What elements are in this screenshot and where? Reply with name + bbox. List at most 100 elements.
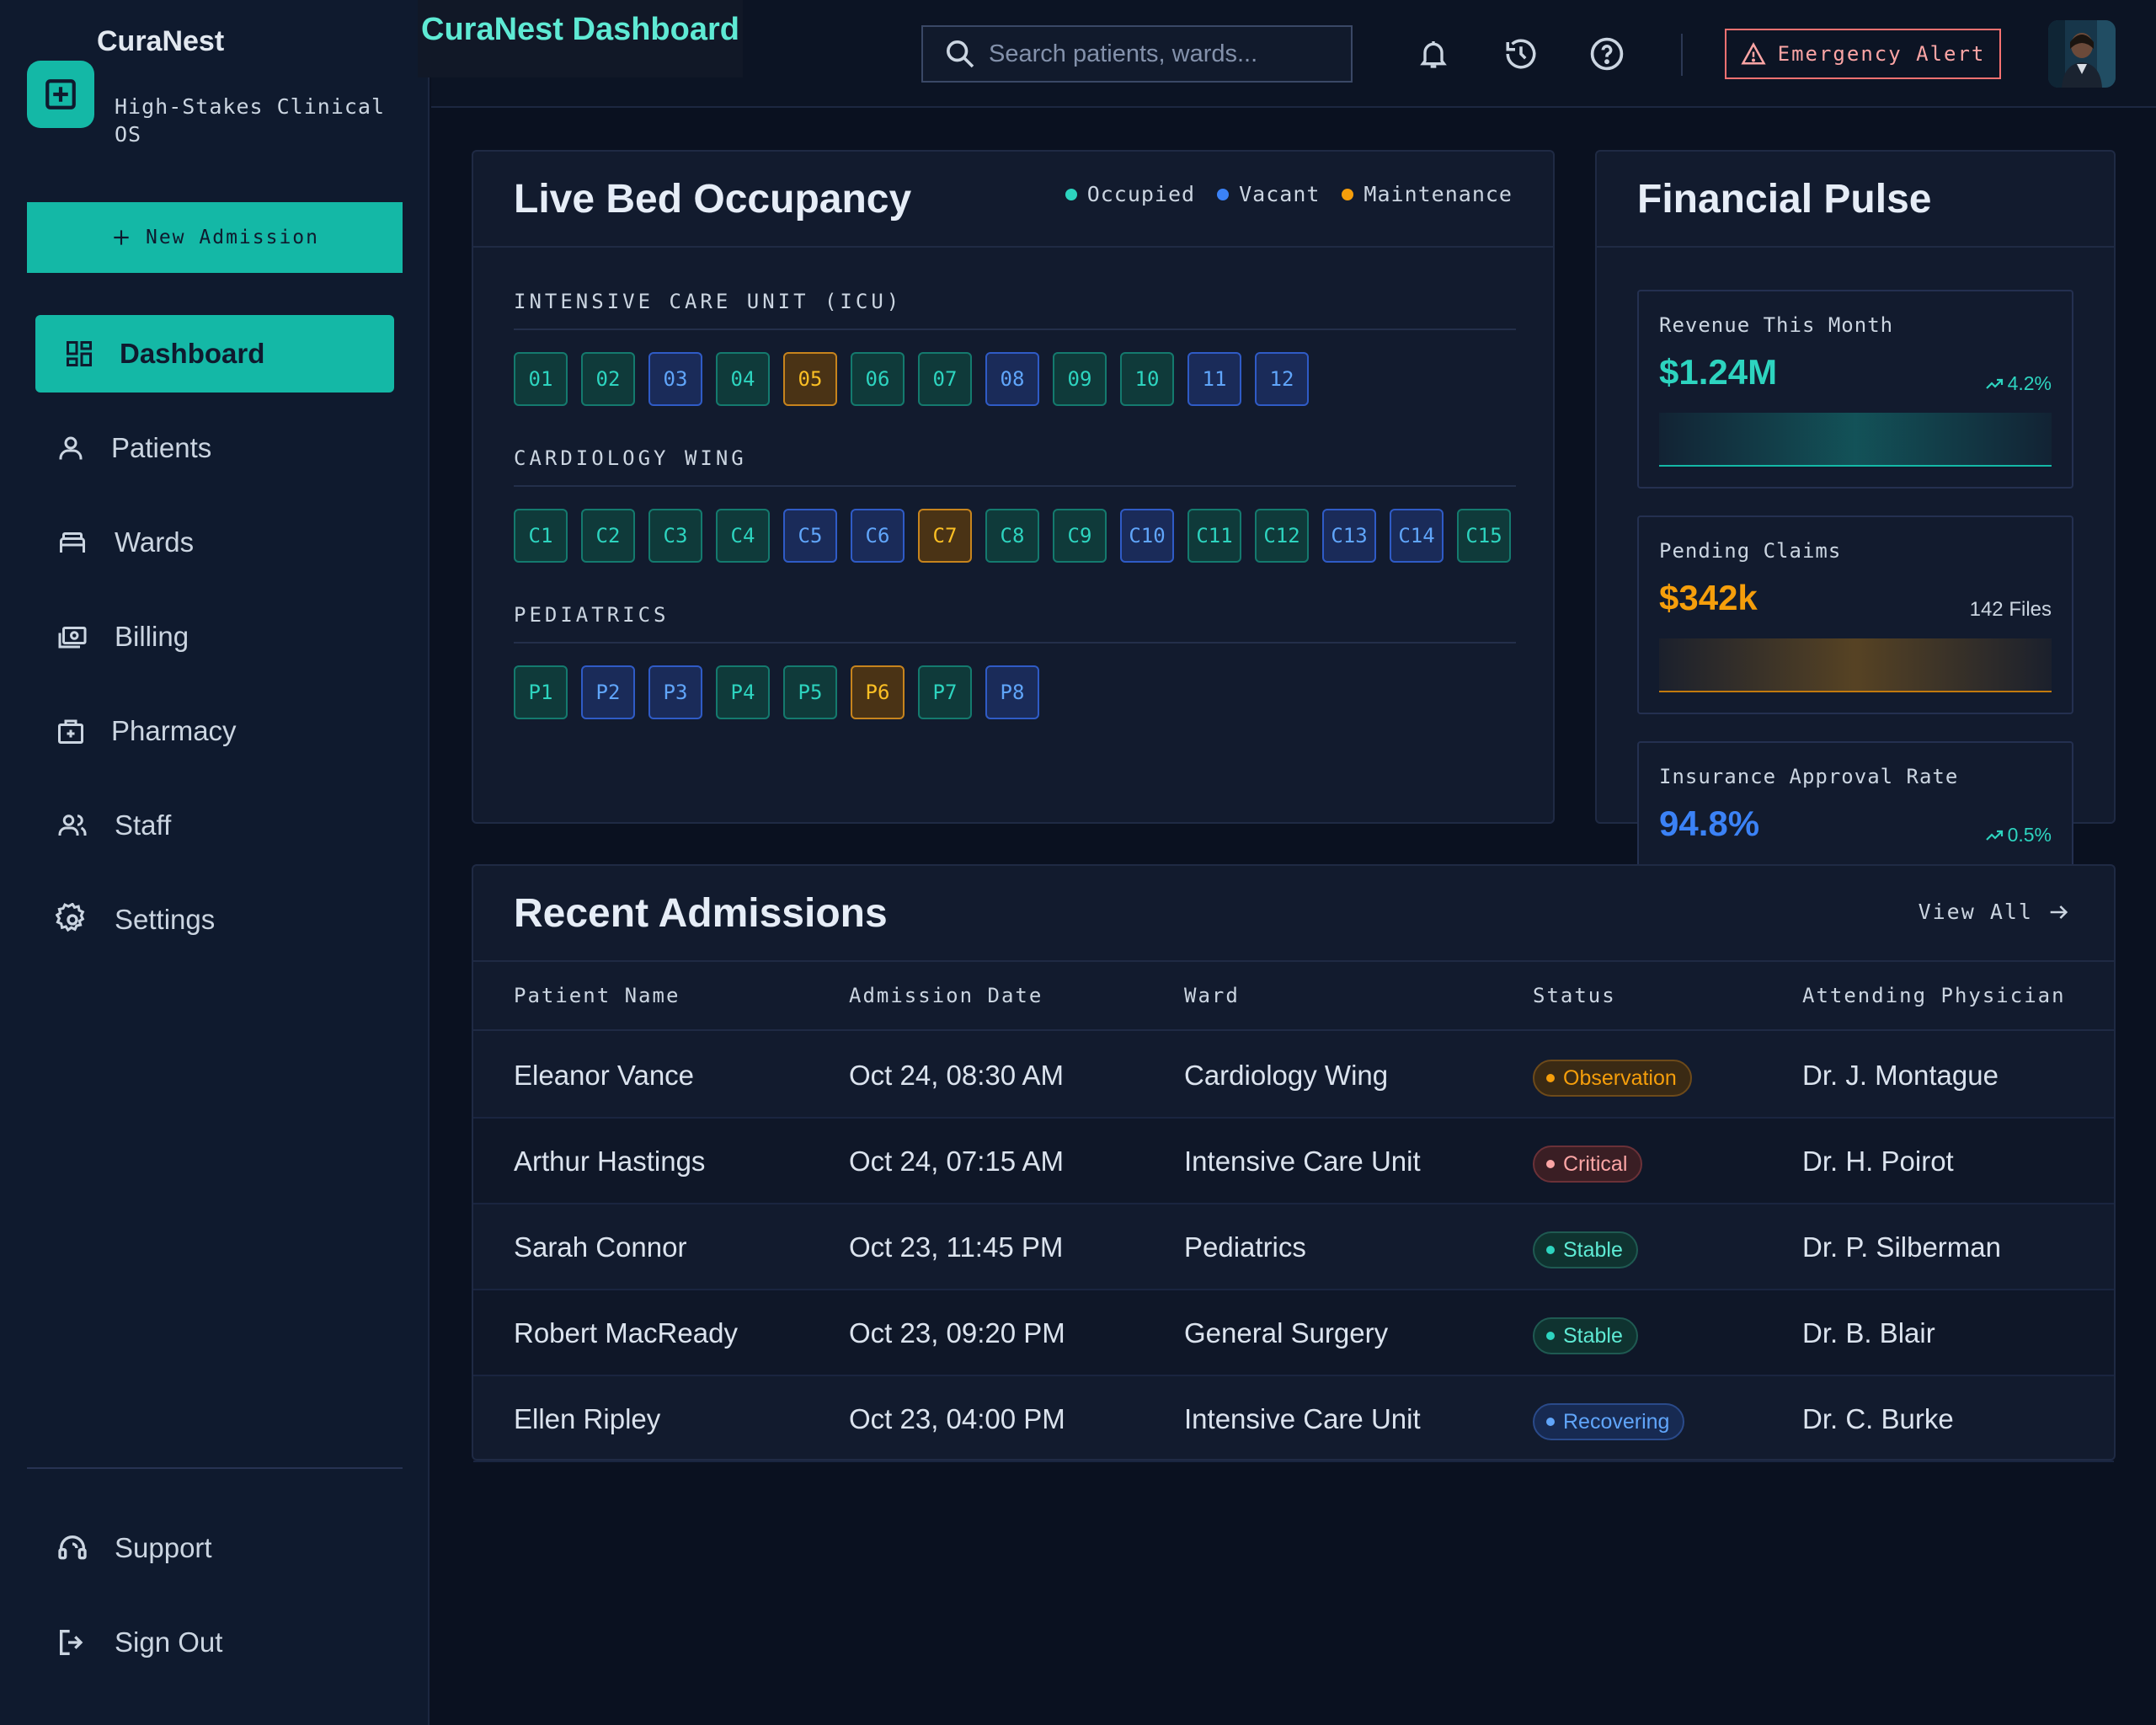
revenue-label: Revenue This Month <box>1659 313 1894 337</box>
bed-04-occupied[interactable]: 04 <box>716 352 770 406</box>
legend-maintenance: Maintenance <box>1342 182 1513 206</box>
emergency-alert-button[interactable]: Emergency Alert <box>1725 29 2001 79</box>
column-header-ward[interactable]: Ward <box>1184 984 1240 1007</box>
bed-c6-vacant[interactable]: C6 <box>851 509 905 563</box>
sidebar-item-patients[interactable]: Patients <box>35 409 394 487</box>
bed-c3-occupied[interactable]: C3 <box>648 509 702 563</box>
sidebar-item-label: Sign Out <box>115 1626 223 1658</box>
table-row[interactable]: Eleanor Vance Oct 24, 08:30 AM Cardiology … <box>473 1033 2114 1119</box>
claims-sparkline <box>1659 638 2052 692</box>
recent-admissions-header: Recent Admissions <box>473 866 2114 962</box>
column-header-status[interactable]: Status <box>1533 984 1616 1007</box>
table-row[interactable]: Robert MacReady Oct 23, 09:20 PM General S… <box>473 1290 2114 1376</box>
ward-label-cardiology: CARDIOLOGY WING <box>514 446 1516 487</box>
table-row[interactable]: Arthur Hastings Oct 24, 07:15 AM Intensive… <box>473 1119 2114 1204</box>
table-row[interactable]: Ellen Ripley Oct 23, 04:00 PM Intensive Ca… <box>473 1376 2114 1462</box>
bed-c13-vacant[interactable]: C13 <box>1322 509 1376 563</box>
sidebar-item-support[interactable]: Support <box>35 1509 394 1587</box>
status-dot <box>1546 1418 1555 1426</box>
bed-09-occupied[interactable]: 09 <box>1053 352 1107 406</box>
status-label: Stable <box>1563 1323 1623 1348</box>
bed-occupancy-card: Live Bed Occupancy Occupied Vacant Maint… <box>472 150 1555 824</box>
bed-p7-occupied[interactable]: P7 <box>918 665 972 719</box>
bed-03-vacant[interactable]: 03 <box>648 352 702 406</box>
bed-p1-occupied[interactable]: P1 <box>514 665 568 719</box>
admission-date-cell: Oct 24, 07:15 AM <box>849 1146 1064 1177</box>
sidebar-item-dashboard[interactable]: Dashboard <box>35 315 394 393</box>
ward-cell: Pediatrics <box>1184 1231 1306 1263</box>
bed-c7-maintenance[interactable]: C7 <box>918 509 972 563</box>
history-button[interactable] <box>1501 34 1541 74</box>
emergency-alert-label: Emergency Alert <box>1777 42 1986 66</box>
sidebar-item-settings[interactable]: Settings <box>35 881 394 959</box>
bed-c8-occupied[interactable]: C8 <box>985 509 1039 563</box>
sidebar-item-sign-out[interactable]: Sign Out <box>35 1604 394 1681</box>
bed-08-vacant[interactable]: 08 <box>985 352 1039 406</box>
bed-c4-occupied[interactable]: C4 <box>716 509 770 563</box>
bed-10-occupied[interactable]: 10 <box>1120 352 1174 406</box>
bed-p5-occupied[interactable]: P5 <box>783 665 837 719</box>
bed-c2-occupied[interactable]: C2 <box>581 509 635 563</box>
user-avatar[interactable] <box>2048 20 2116 88</box>
sidebar-divider <box>27 1467 403 1469</box>
bed-c14-vacant[interactable]: C14 <box>1390 509 1444 563</box>
table-row[interactable]: Sarah Connor Oct 23, 11:45 PM Pediatrics St… <box>473 1204 2114 1290</box>
ward-cell: Intensive Care Unit <box>1184 1146 1421 1177</box>
sidebar-item-wards[interactable]: Wards <box>35 504 394 581</box>
sidebar-item-label: Staff <box>115 809 172 841</box>
legend-occupied: Occupied <box>1065 182 1195 206</box>
new-admission-button[interactable]: New Admission <box>27 202 403 273</box>
revenue-value: $1.24M <box>1659 352 1778 392</box>
status-label: Stable <box>1563 1237 1623 1262</box>
status-label: Observation <box>1563 1065 1677 1090</box>
status-dot <box>1546 1074 1555 1082</box>
bed-c11-occupied[interactable]: C11 <box>1187 509 1241 563</box>
support-icon <box>58 1535 87 1560</box>
bed-c12-occupied[interactable]: C12 <box>1255 509 1309 563</box>
bed-06-occupied[interactable]: 06 <box>851 352 905 406</box>
sidebar-bottom-nav: Support Sign Out <box>35 1509 394 1698</box>
bed-occupancy-title: Live Bed Occupancy <box>514 176 912 222</box>
gear-icon <box>56 903 85 932</box>
bed-p6-maintenance[interactable]: P6 <box>851 665 905 719</box>
bed-p4-occupied[interactable]: P4 <box>716 665 770 719</box>
occupancy-legend: Occupied Vacant Maintenance <box>1065 182 1513 206</box>
recent-admissions-title: Recent Admissions <box>514 890 888 936</box>
column-header-physician[interactable]: Attending Physician <box>1802 984 2066 1007</box>
ward-label-pediatrics: PEDIATRICS <box>514 603 1516 644</box>
notification-button[interactable] <box>1413 34 1454 74</box>
sidebar-item-label: Dashboard <box>120 338 265 369</box>
view-all-link[interactable]: View All <box>1919 900 2070 924</box>
recent-admissions-card: Recent Admissions View All Patient Name … <box>472 864 2116 1462</box>
bed-c15-occupied[interactable]: C15 <box>1457 509 1511 563</box>
bed-01-occupied[interactable]: 01 <box>514 352 568 406</box>
sidebar-item-label: Patients <box>111 432 212 463</box>
bed-grid-cardiology: C1 C2 C3 C4 C5 C6 C7 C8 C9 C10 C11 C12 C13 C14 C15 <box>514 509 1511 563</box>
bed-p8-vacant[interactable]: P8 <box>985 665 1039 719</box>
bed-p2-vacant[interactable]: P2 <box>581 665 635 719</box>
bed-c5-vacant[interactable]: C5 <box>783 509 837 563</box>
table-header: Patient Name Admission Date Ward Status … <box>473 962 2114 1031</box>
bed-c10-vacant[interactable]: C10 <box>1120 509 1174 563</box>
ward-cell: Cardiology Wing <box>1184 1060 1389 1091</box>
staff-icon <box>58 814 87 836</box>
column-header-date[interactable]: Admission Date <box>849 984 1043 1007</box>
help-button[interactable] <box>1587 34 1627 74</box>
bed-11-vacant[interactable]: 11 <box>1187 352 1241 406</box>
sidebar-item-pharmacy[interactable]: Pharmacy <box>35 692 394 770</box>
bed-c1-occupied[interactable]: C1 <box>514 509 568 563</box>
column-header-patient[interactable]: Patient Name <box>514 984 680 1007</box>
bed-c9-occupied[interactable]: C9 <box>1053 509 1107 563</box>
bed-05-maintenance[interactable]: 05 <box>783 352 837 406</box>
sidebar-item-staff[interactable]: Staff <box>35 787 394 864</box>
admission-date-cell: Oct 23, 04:00 PM <box>849 1403 1065 1434</box>
sidebar: CuraNest High-Stakes Clinical OS New Adm… <box>0 0 430 1725</box>
bed-02-occupied[interactable]: 02 <box>581 352 635 406</box>
search-input[interactable] <box>989 40 1342 68</box>
bed-p3-vacant[interactable]: P3 <box>648 665 702 719</box>
bed-07-occupied[interactable]: 07 <box>918 352 972 406</box>
sidebar-item-billing[interactable]: Billing <box>35 598 394 676</box>
warning-icon <box>1741 42 1766 65</box>
bed-12-vacant[interactable]: 12 <box>1255 352 1309 406</box>
search-box[interactable] <box>921 25 1353 83</box>
